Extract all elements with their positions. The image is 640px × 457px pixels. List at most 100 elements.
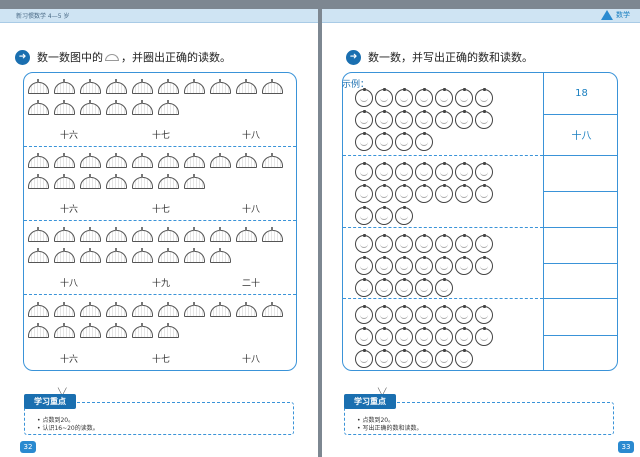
orange-icon	[415, 88, 433, 107]
orange-icon	[355, 88, 373, 107]
cake-icon	[157, 79, 180, 94]
instruction-text-post: ，并圈出正确的读数。	[121, 51, 231, 64]
cake-icon	[183, 302, 206, 317]
answer-option[interactable]: 十六	[60, 128, 78, 141]
cake-icon	[27, 227, 50, 242]
orange-icon	[375, 184, 393, 203]
cake-icon	[105, 248, 128, 263]
reading-answer-cell[interactable]: 十八	[544, 115, 617, 156]
orange-icon	[435, 162, 453, 181]
cake-icon	[235, 227, 258, 242]
orange-icon	[435, 256, 453, 275]
cake-icon	[105, 79, 128, 94]
cake-section: 十六 十七 十八	[24, 147, 296, 221]
orange-icon	[435, 278, 453, 297]
orange-icon	[375, 88, 393, 107]
right-page: 数学 ➜ 数一数，并写出正确的数和读数。 18 十八 示例： ╲╱ • 点数到20…	[322, 9, 640, 457]
cake-icon	[183, 153, 206, 168]
arrow-icon: ➜	[15, 49, 30, 65]
cake-icon	[209, 153, 232, 168]
answer-option[interactable]: 十七	[152, 352, 170, 365]
orange-icon	[415, 256, 433, 275]
orange-icon	[455, 327, 473, 346]
number-answer-cell[interactable]: 18	[544, 73, 617, 115]
cake-icon	[131, 323, 154, 338]
reading-answer-cell[interactable]	[544, 264, 617, 299]
orange-grid	[355, 305, 495, 368]
cake-icon	[131, 174, 154, 189]
orange-icon	[475, 327, 493, 346]
answer-option[interactable]: 二十	[242, 276, 260, 289]
cake-row	[27, 79, 284, 94]
cake-icon	[53, 302, 76, 317]
cake-icon	[27, 323, 50, 338]
orange-icon	[355, 110, 373, 129]
orange-icon	[375, 110, 393, 129]
orange-grid	[355, 162, 495, 225]
answer-option[interactable]: 十八	[242, 128, 260, 141]
cake-icon	[235, 153, 258, 168]
left-page: 新习惯数学 4—5 岁 ➜ 数一数图中的 ，并圈出正确的读数。 十六 十七 十八 十六十…	[0, 9, 318, 457]
answer-option[interactable]: 十九	[152, 276, 170, 289]
orange-icon	[415, 132, 433, 151]
orange-icon	[395, 278, 413, 297]
cake-row	[27, 323, 180, 338]
cake-icon	[157, 227, 180, 242]
orange-section	[343, 156, 543, 228]
cake-row	[27, 174, 206, 189]
cake-icon	[27, 100, 50, 115]
example-label: 示例：	[342, 80, 370, 90]
orange-icon	[375, 305, 393, 324]
orange-section	[343, 299, 543, 370]
cake-icon	[131, 227, 154, 242]
cake-icon	[157, 248, 180, 263]
cake-icon	[53, 323, 76, 338]
reading-answer-cell[interactable]	[544, 192, 617, 228]
cake-icon	[53, 153, 76, 168]
orange-icon	[415, 162, 433, 181]
answer-option[interactable]: 十七	[152, 202, 170, 215]
cake-icon	[53, 79, 76, 94]
answer-option[interactable]: 十八	[242, 352, 260, 365]
answer-option[interactable]: 十六	[60, 352, 78, 365]
answer-option[interactable]: 十七	[152, 128, 170, 141]
cake-exercise-box: 十六 十七 十八 十六 十七 十八 十八 十九 二十 十六 十七 十八	[23, 72, 297, 371]
cake-icon	[105, 100, 128, 115]
orange-icon	[395, 88, 413, 107]
focus-item: • 写出正确的数和读数。	[357, 425, 423, 432]
orange-icon	[455, 184, 473, 203]
cake-row	[27, 100, 180, 115]
answer-option[interactable]: 十八	[242, 202, 260, 215]
orange-icon	[415, 327, 433, 346]
cake-icon	[261, 227, 284, 242]
cake-icon	[209, 79, 232, 94]
orange-icon	[455, 349, 473, 368]
orange-icon	[455, 88, 473, 107]
number-answer-cell[interactable]	[544, 228, 617, 264]
cake-icon	[79, 302, 102, 317]
cake-icon	[235, 302, 258, 317]
cake-icon	[157, 302, 180, 317]
orange-icon	[415, 184, 433, 203]
orange-icon	[375, 256, 393, 275]
cake-icon	[105, 323, 128, 338]
answer-option[interactable]: 十六	[60, 202, 78, 215]
orange-icon	[375, 278, 393, 297]
orange-grid	[355, 234, 495, 297]
orange-icon	[475, 110, 493, 129]
cake-icon	[157, 323, 180, 338]
orange-icon	[355, 278, 373, 297]
cake-icon	[79, 100, 102, 115]
cake-icon	[105, 54, 119, 61]
orange-icon	[355, 162, 373, 181]
number-answer-cell[interactable]	[544, 156, 617, 192]
orange-section	[343, 73, 543, 156]
cake-icon	[131, 79, 154, 94]
cake-icon	[53, 100, 76, 115]
answer-option[interactable]: 十八	[60, 276, 78, 289]
reading-answer-cell[interactable]	[544, 336, 617, 371]
orange-icon	[415, 110, 433, 129]
orange-icon	[355, 305, 373, 324]
cake-icon	[261, 153, 284, 168]
number-answer-cell[interactable]	[544, 299, 617, 336]
